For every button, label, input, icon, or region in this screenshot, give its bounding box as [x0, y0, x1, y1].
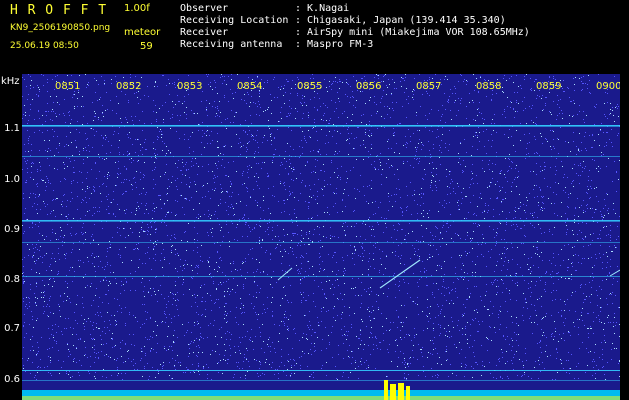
datetime-label: 25.06.19 08:50	[10, 41, 79, 51]
info-value-receiver: : AirSpy mini (Miakejima VOR 108.65MHz)	[295, 27, 530, 38]
header-panel: H R O F F T 1.00f KN9_2506190850.png met…	[0, 0, 629, 74]
info-value-observer: : K.Nagai	[295, 3, 350, 14]
frequency-axis: kHz 1.1 1.0 0.9 0.8 0.7 0.6	[0, 74, 22, 400]
ytick-label: 0.6	[4, 374, 20, 385]
carrier-line	[22, 276, 620, 277]
time-label: 0852	[116, 81, 142, 92]
version-label: 1.00f	[124, 3, 150, 14]
ytick-label: 1.0	[4, 174, 20, 185]
time-label: 0900	[596, 81, 622, 92]
time-label: 0853	[177, 81, 203, 92]
mode-label: meteor	[124, 27, 161, 38]
noise-background	[22, 74, 620, 400]
right-frame	[620, 74, 629, 400]
info-label-antenna: Receiving antenna	[180, 39, 283, 50]
time-label: 0854	[237, 81, 263, 92]
carrier-line	[22, 370, 620, 371]
carrier-line	[22, 242, 620, 243]
info-value-antenna: : Maspro FM-3	[295, 39, 374, 50]
time-label: 0856	[356, 81, 382, 92]
count-label: 59	[140, 41, 153, 52]
time-label: 0857	[416, 81, 442, 92]
info-label-location: Receiving Location	[180, 15, 289, 26]
time-label: 0859	[536, 81, 562, 92]
ytick-label: 1.1	[4, 123, 20, 134]
carrier-line	[22, 220, 620, 222]
time-label: 0855	[297, 81, 323, 92]
signal-baseline	[22, 396, 620, 400]
carrier-line	[22, 125, 620, 127]
time-label: 0858	[476, 81, 502, 92]
carrier-line	[22, 380, 620, 381]
filename-label: KN9_2506190850.png	[10, 23, 111, 33]
info-label-receiver: Receiver	[180, 27, 229, 38]
axis-unit-label: kHz	[1, 76, 20, 87]
ytick-label: 0.9	[4, 224, 20, 235]
app-logo: H R O F F T	[10, 3, 108, 18]
info-value-location: : Chigasaki, Japan (139.414 35.340)	[295, 15, 506, 26]
info-label-observer: Observer	[180, 3, 229, 14]
time-label: 0851	[55, 81, 81, 92]
ytick-label: 0.8	[4, 274, 20, 285]
carrier-line	[22, 156, 620, 157]
spectrogram-canvas	[22, 74, 620, 400]
ytick-label: 0.7	[4, 323, 20, 334]
